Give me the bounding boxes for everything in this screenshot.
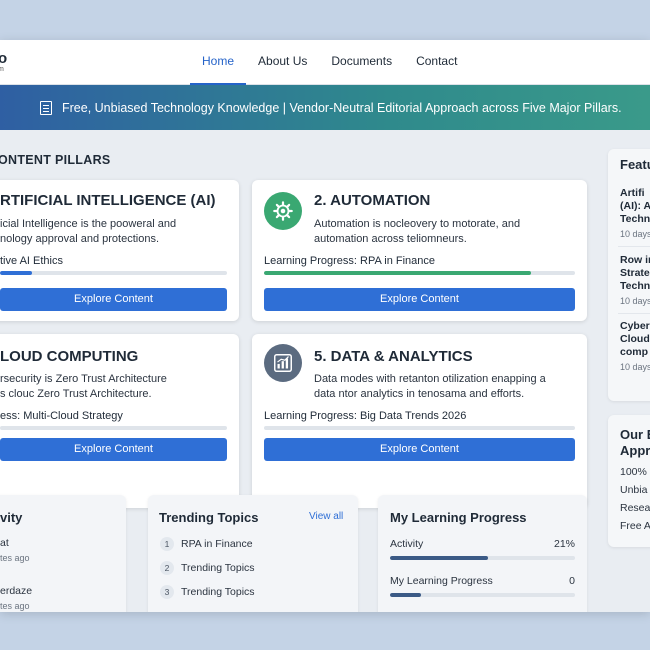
- trending-topic-item[interactable]: Trending Topics: [181, 586, 255, 598]
- pillar-title: RTIFICIAL INTELLIGENCE (AI): [0, 192, 216, 209]
- activity-item-time: tes ago: [0, 601, 30, 611]
- nav-about-us[interactable]: About Us: [246, 40, 319, 85]
- pillar-card-ai: RTIFICIAL INTELLIGENCE (AI) icial Intell…: [0, 180, 239, 321]
- featured-item-title[interactable]: Strate: [620, 267, 650, 280]
- featured-item-time: 10 days: [620, 296, 650, 306]
- featured-item-title[interactable]: Techn: [620, 213, 650, 226]
- featured-item-title[interactable]: comp: [620, 346, 648, 359]
- featured-item-title[interactable]: (AI): A: [620, 200, 650, 213]
- logo-subtext: m: [0, 66, 4, 73]
- document-icon: [40, 100, 52, 115]
- nav-home[interactable]: Home: [190, 40, 247, 85]
- nav-contact[interactable]: Contact: [404, 40, 469, 85]
- progress-item-label: Activity: [390, 538, 424, 550]
- pillar-progress-label: tive AI Ethics: [0, 255, 63, 267]
- explore-content-button[interactable]: Explore Content: [264, 438, 575, 461]
- pillar-progress-bar: [0, 271, 227, 275]
- site-logo[interactable]: o m: [0, 50, 8, 73]
- pillar-progress-label: ess: Multi-Cloud Strategy: [0, 410, 123, 422]
- view-all-link[interactable]: View all: [309, 511, 343, 522]
- pillar-progress-bar: [264, 271, 575, 275]
- explore-content-button[interactable]: Explore Content: [264, 288, 575, 311]
- gear-icon: [264, 192, 302, 230]
- banner-text: Free, Unbiased Technology Knowledge | Ve…: [62, 100, 622, 115]
- pillar-description-line: nology approval and protections.: [0, 233, 159, 245]
- featured-item-title[interactable]: Cloud: [620, 333, 650, 346]
- activity-item-time: tes ago: [0, 553, 30, 563]
- logo-text: o: [0, 50, 8, 67]
- pillar-title: 5. DATA & ANALYTICS: [314, 348, 473, 365]
- approach-title: Our E: [620, 427, 650, 442]
- pillar-progress-label: Learning Progress: Big Data Trends 2026: [264, 410, 467, 422]
- trending-topic-item[interactable]: Trending Topics: [181, 562, 255, 574]
- activity-panel: vity at tes ago erdaze tes ago: [0, 495, 126, 612]
- pillar-progress-label: Learning Progress: RPA in Finance: [264, 255, 435, 267]
- pillar-progress-fill: [0, 271, 32, 275]
- featured-item-time: 10 days: [620, 229, 650, 239]
- approach-item: Free A: [620, 520, 650, 532]
- explore-content-button[interactable]: Explore Content: [0, 288, 227, 311]
- featured-title: Featu: [620, 157, 650, 172]
- trending-topic-item[interactable]: RPA in Finance: [181, 538, 253, 550]
- featured-panel: Featu Artifi (AI): A Techn 10 days Row i…: [608, 149, 650, 401]
- activity-title: vity: [0, 510, 23, 525]
- content-pillars-heading: ONTENT PILLARS: [0, 153, 111, 167]
- pillar-title: 2. AUTOMATION: [314, 192, 431, 209]
- progress-fill: [390, 593, 422, 597]
- app-window: o m Home About Us Documents Contact Free…: [0, 40, 650, 612]
- rank-badge: 2: [160, 561, 174, 575]
- activity-item-title[interactable]: at: [0, 537, 9, 549]
- pillar-card-automation: 2. AUTOMATION Automation is nocleovery t…: [252, 180, 587, 321]
- nav-links: Home About Us Documents Contact: [190, 40, 469, 85]
- progress-bar: [390, 556, 575, 560]
- featured-item-title[interactable]: Cyber: [620, 320, 650, 333]
- pillar-title: LOUD COMPUTING: [0, 348, 139, 365]
- divider: [618, 246, 650, 247]
- featured-item-title[interactable]: Row in: [620, 254, 650, 267]
- approach-item: Resea: [620, 502, 650, 514]
- learning-progress-title: My Learning Progress: [390, 510, 527, 525]
- rank-badge: 1: [160, 537, 174, 551]
- pillar-description-line: s clouc Zero Trust Architecture.: [0, 388, 152, 400]
- approach-title: Appro: [620, 443, 650, 458]
- pillar-progress-bar: [264, 426, 575, 430]
- featured-item-time: 10 days: [620, 362, 650, 372]
- rank-badge: 3: [160, 585, 174, 599]
- activity-item-title[interactable]: erdaze: [0, 585, 32, 597]
- progress-item-value: 21%: [553, 538, 575, 550]
- top-navbar: o m Home About Us Documents Contact: [0, 40, 650, 85]
- pillar-card-data-analytics: 5. DATA & ANALYTICS Data modes with reta…: [252, 334, 587, 508]
- featured-item-title[interactable]: Artifi: [620, 187, 645, 200]
- chart-icon: [264, 344, 302, 382]
- pillar-progress-bar: [0, 426, 227, 430]
- pillar-progress-fill: [264, 271, 532, 275]
- info-banner: Free, Unbiased Technology Knowledge | Ve…: [0, 85, 650, 130]
- pillar-description-line: rsecurity is Zero Trust Architecture: [0, 373, 167, 385]
- pillar-description-line: data ntor analytics in tenosama and effo…: [314, 388, 525, 400]
- pillar-card-cloud: LOUD COMPUTING rsecurity is Zero Trust A…: [0, 334, 239, 508]
- pillar-description-line: automation across teliomneurs.: [314, 233, 467, 245]
- approach-panel: Our E Appro 100% Unbia Resea Free A: [608, 415, 650, 547]
- trending-topics-panel: Trending Topics View all 1 RPA in Financ…: [148, 495, 358, 612]
- explore-content-button[interactable]: Explore Content: [0, 438, 227, 461]
- trending-topics-title: Trending Topics: [159, 510, 259, 525]
- progress-item-value: 0: [569, 575, 575, 587]
- learning-progress-panel: My Learning Progress Activity 21% My Lea…: [378, 495, 587, 612]
- progress-item-label: My Learning Progress: [390, 575, 493, 587]
- pillar-description-line: icial Intelligence is the pooweral and: [0, 218, 177, 230]
- progress-fill: [390, 556, 489, 560]
- pillar-description-line: Automation is nocleovery to motorate, an…: [314, 218, 521, 230]
- divider: [618, 313, 650, 314]
- pillar-description-line: Data modes with retanton otilization ena…: [314, 373, 546, 385]
- approach-item: Unbia: [620, 484, 648, 496]
- nav-documents[interactable]: Documents: [319, 40, 404, 85]
- approach-item: 100%: [620, 466, 647, 478]
- progress-bar: [390, 593, 575, 597]
- featured-item-title[interactable]: Techn: [620, 280, 650, 293]
